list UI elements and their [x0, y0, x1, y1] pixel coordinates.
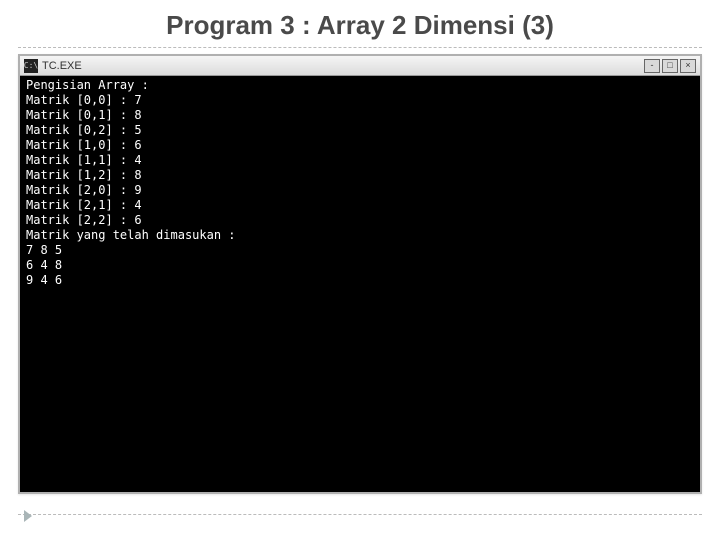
minimize-button[interactable]: -	[644, 59, 660, 73]
terminal-icon: C:\	[24, 59, 38, 73]
divider-bottom	[18, 514, 702, 515]
slide-title: Program 3 : Array 2 Dimensi (3)	[0, 0, 720, 47]
window-title: TC.EXE	[42, 60, 642, 72]
console-output: Pengisian Array : Matrik [0,0] : 7 Matri…	[20, 76, 700, 492]
window-buttons: - □ ×	[642, 59, 696, 73]
console-window: C:\ TC.EXE - □ × Pengisian Array : Matri…	[18, 54, 702, 494]
divider-top	[18, 47, 702, 48]
window-titlebar: C:\ TC.EXE - □ ×	[20, 56, 700, 76]
close-button[interactable]: ×	[680, 59, 696, 73]
maximize-button[interactable]: □	[662, 59, 678, 73]
bullet-icon	[24, 510, 32, 522]
